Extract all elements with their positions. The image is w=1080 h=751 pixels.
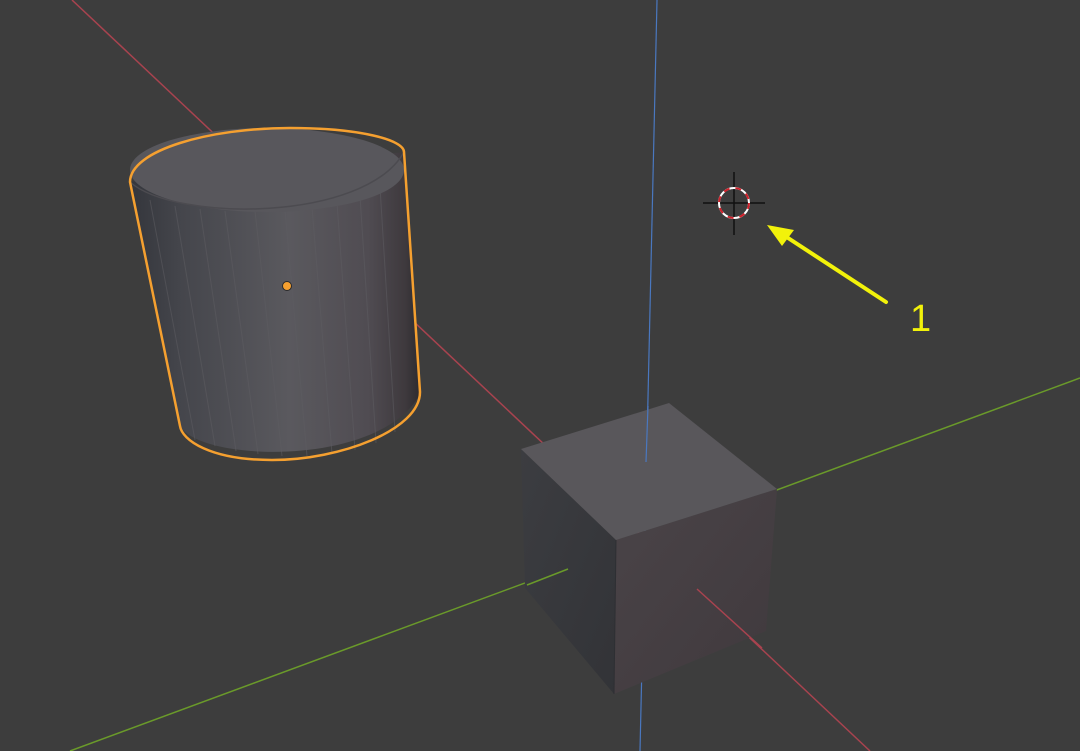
3d-viewport[interactable]: 1	[0, 0, 1080, 751]
viewport-canvas[interactable]: 1	[0, 0, 1080, 751]
cylinder-object[interactable]	[128, 126, 422, 462]
annotation-label: 1	[910, 298, 931, 340]
3d-cursor-icon[interactable]	[703, 172, 765, 235]
arrow-icon	[767, 225, 888, 304]
cylinder-top-face	[130, 128, 404, 212]
cylinder-origin-point	[282, 281, 292, 291]
cube-object[interactable]	[521, 403, 777, 695]
